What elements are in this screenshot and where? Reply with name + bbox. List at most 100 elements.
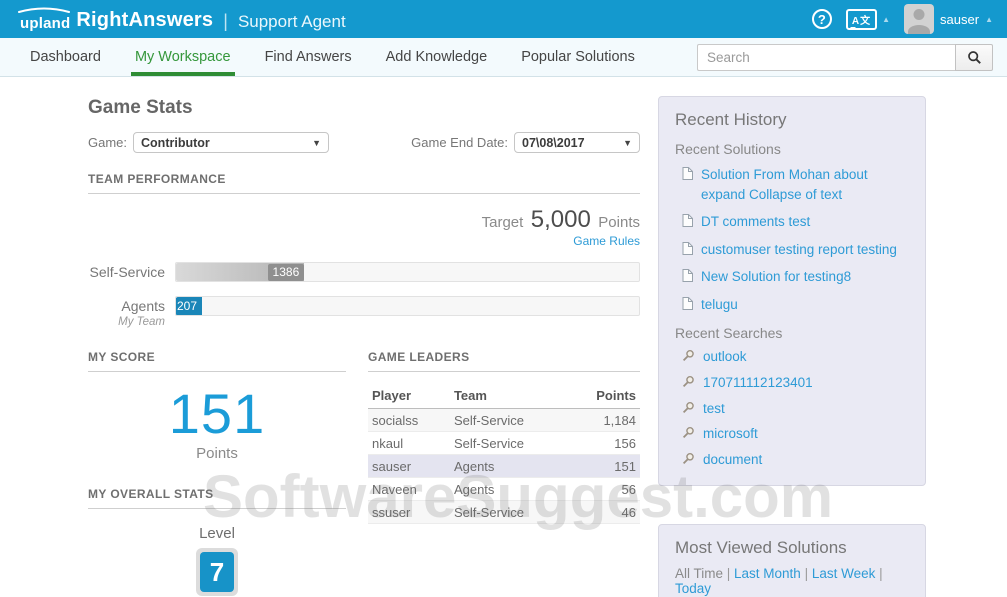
- most-viewed-title: Most Viewed Solutions: [675, 538, 909, 558]
- sidebar: Recent History Recent Solutions Solution…: [658, 96, 926, 597]
- side-item: test: [675, 399, 909, 419]
- language-menu[interactable]: A文 ▲: [846, 9, 890, 30]
- side-link-test[interactable]: test: [703, 399, 725, 419]
- bar-fill: 1386: [176, 263, 304, 281]
- brand-product: RightAnswers: [76, 9, 213, 32]
- filter-last-month[interactable]: Last Month: [734, 566, 801, 581]
- user-menu[interactable]: sauser ▲: [904, 4, 993, 34]
- brand-upland: upland: [20, 7, 70, 32]
- side-link-new-solution-for-testing8[interactable]: New Solution for testing8: [701, 267, 851, 287]
- leader-team: Agents: [450, 478, 568, 501]
- end-date-label: Game End Date:: [411, 135, 508, 150]
- recent-solutions-header: Recent Solutions: [675, 141, 909, 157]
- end-date-select[interactable]: 07\08\2017 ▼: [514, 132, 640, 153]
- leader-player: nkaul: [368, 432, 450, 455]
- search-button[interactable]: [955, 44, 993, 71]
- team-bars: Self-Service 1386 AgentsMy Team 207: [88, 262, 640, 328]
- side-link-document[interactable]: document: [703, 450, 762, 470]
- nav-items: Dashboard My Workspace Find Answers Add Kno…: [30, 38, 635, 76]
- most-viewed-panel: Most Viewed Solutions All Time | Last Mo…: [658, 524, 926, 597]
- filter-all-time[interactable]: All Time: [675, 566, 723, 581]
- leaders-header-row: PlayerTeamPoints: [368, 385, 640, 409]
- bar-value: 207: [175, 298, 202, 315]
- team-bar-agents: AgentsMy Team 207: [88, 296, 640, 328]
- leaders-col-player: Player: [368, 385, 450, 409]
- nav-item-add-knowledge[interactable]: Add Knowledge: [386, 38, 488, 76]
- nav-item-my-workspace[interactable]: My Workspace: [135, 38, 231, 76]
- chevron-up-icon: ▲: [882, 15, 890, 24]
- chevron-down-icon: ▼: [312, 138, 321, 148]
- nav-item-popular-solutions[interactable]: Popular Solutions: [521, 38, 635, 76]
- game-stats-section: Game Stats Game: Contributor ▼ Game End …: [88, 97, 640, 597]
- help-icon[interactable]: ?: [812, 9, 832, 29]
- filter-separator: |: [723, 566, 734, 581]
- page-title: Game Stats: [88, 97, 640, 119]
- leader-points: 151: [568, 455, 640, 478]
- leader-points: 156: [568, 432, 640, 455]
- my-score-header: MY SCORE: [88, 350, 346, 372]
- side-item: document: [675, 450, 909, 470]
- search-icon: [682, 349, 695, 362]
- side-link-customuser-testing-report-test[interactable]: customuser testing report testing: [701, 240, 897, 260]
- game-leaders-table: PlayerTeamPoints socialssSelf-Service1,1…: [368, 385, 640, 524]
- nav-item-dashboard[interactable]: Dashboard: [30, 38, 101, 76]
- level-value: 7: [200, 552, 234, 592]
- game-rules-link[interactable]: Game Rules: [88, 235, 640, 249]
- side-link-solution-from-mohan-about-expa[interactable]: Solution From Mohan about expand Collaps…: [701, 165, 909, 204]
- recent-solutions-list: Solution From Mohan about expand Collaps…: [675, 165, 909, 314]
- leader-player: socialss: [368, 409, 450, 432]
- search-icon: [682, 452, 695, 465]
- search-icon: [682, 426, 695, 439]
- game-select[interactable]: Contributor ▼: [133, 132, 329, 153]
- leaders-col-team: Team: [450, 385, 568, 409]
- bar-value: 1386: [268, 264, 305, 281]
- nav-item-find-answers[interactable]: Find Answers: [265, 38, 352, 76]
- level-label: Level: [88, 525, 346, 542]
- document-icon: [682, 167, 693, 180]
- recent-history-panel: Recent History Recent Solutions Solution…: [658, 96, 926, 486]
- filter-today[interactable]: Today: [675, 581, 711, 596]
- document-icon: [682, 242, 693, 255]
- leader-player: ssuser: [368, 501, 450, 524]
- leader-points: 46: [568, 501, 640, 524]
- end-date-value: 07\08\2017: [522, 136, 585, 150]
- team-performance-header: TEAM PERFORMANCE: [88, 172, 640, 194]
- leader-row-naveen: NaveenAgents56: [368, 478, 640, 501]
- search-input[interactable]: [697, 44, 955, 71]
- brand-logo[interactable]: upland RightAnswers | Support Agent: [20, 7, 346, 32]
- side-link-telugu[interactable]: telugu: [701, 295, 738, 315]
- recent-searches-header: Recent Searches: [675, 325, 909, 341]
- filter-separator: |: [875, 566, 882, 581]
- side-link-dt-comments-test[interactable]: DT comments test: [701, 212, 810, 232]
- side-item: outlook: [675, 347, 909, 367]
- game-leaders-header: GAME LEADERS: [368, 350, 640, 372]
- side-link-microsoft[interactable]: microsoft: [703, 424, 758, 444]
- chevron-up-icon: ▲: [985, 15, 993, 24]
- bar-label: AgentsMy Team: [88, 296, 165, 328]
- chevron-down-icon: ▼: [623, 138, 632, 148]
- recent-searches-list: outlook 170711112123401 test microsoft docum…: [675, 347, 909, 469]
- leader-team: Self-Service: [450, 432, 568, 455]
- search-icon: [967, 50, 982, 65]
- brand-suffix: Support Agent: [238, 12, 346, 32]
- side-item: telugu: [675, 295, 909, 315]
- my-score-unit: Points: [88, 445, 346, 462]
- side-item: 170711112123401: [675, 373, 909, 393]
- bar-label: Self-Service: [88, 262, 165, 282]
- bar-track: 1386: [175, 262, 640, 282]
- leaders-col-points: Points: [568, 385, 640, 409]
- document-icon: [682, 214, 693, 227]
- game-select-value: Contributor: [141, 136, 210, 150]
- username: sauser: [940, 12, 979, 27]
- leader-team: Self-Service: [450, 409, 568, 432]
- side-link-170711112123401[interactable]: 170711112123401: [703, 373, 813, 393]
- target-block: Target 5,000 Points Game Rules: [88, 206, 640, 248]
- side-link-outlook[interactable]: outlook: [703, 347, 747, 367]
- leader-player: sauser: [368, 455, 450, 478]
- bar-fill: 207: [176, 297, 202, 315]
- top-bar: upland RightAnswers | Support Agent ? A文…: [0, 0, 1007, 38]
- filter-last-week[interactable]: Last Week: [812, 566, 876, 581]
- team-bar-self-service: Self-Service 1386: [88, 262, 640, 282]
- nav-bar: Dashboard My Workspace Find Answers Add Kno…: [0, 38, 1007, 77]
- leaders-tbody: socialssSelf-Service1,184nkaulSelf-Servi…: [368, 409, 640, 524]
